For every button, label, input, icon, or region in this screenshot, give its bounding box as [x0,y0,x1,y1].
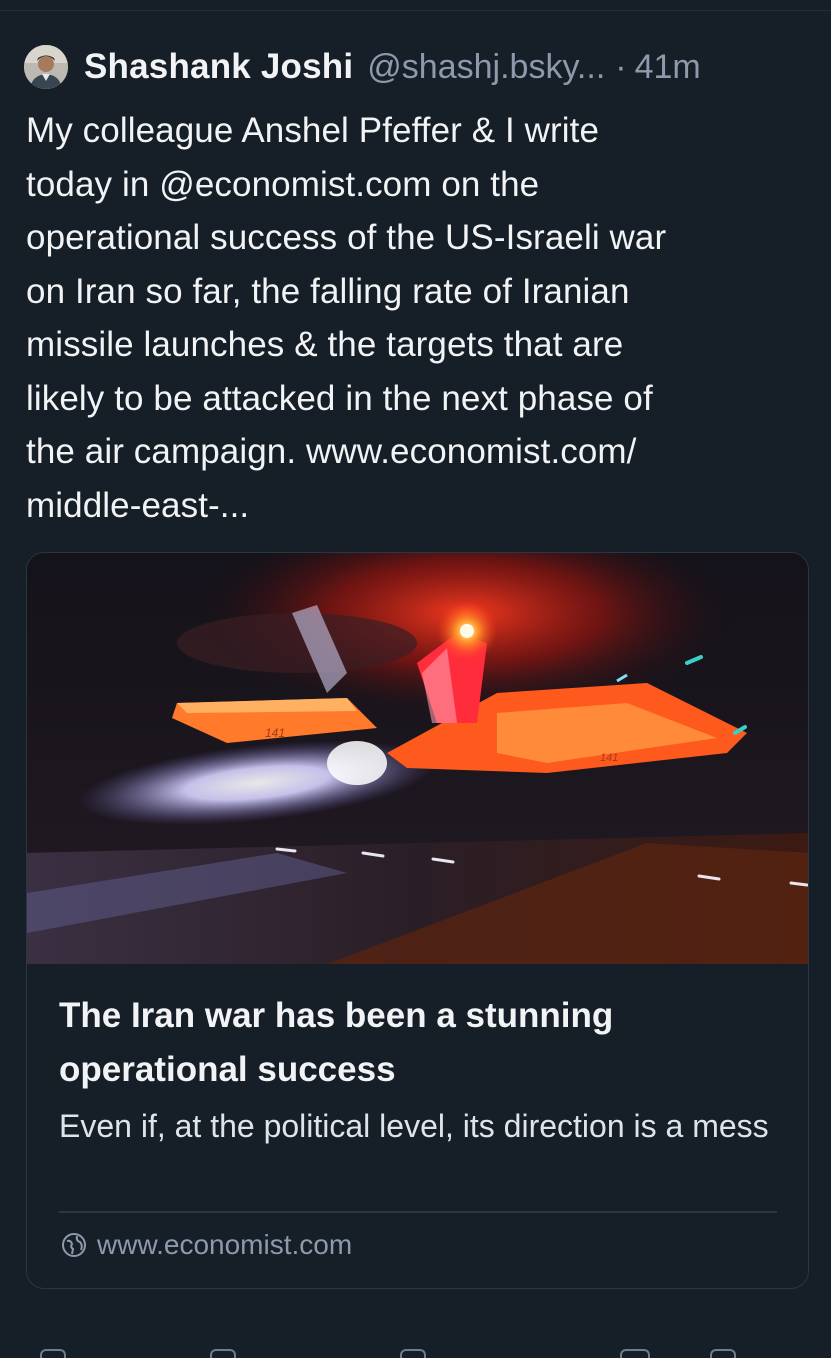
post-timestamp[interactable]: 41m [635,48,701,87]
author-name[interactable]: Shashank Joshi [84,47,353,87]
like-icon[interactable] [400,1349,426,1358]
bookmark-icon[interactable] [620,1349,650,1358]
post-header: Shashank Joshi @shashj.bsky... · 41m [24,44,701,90]
link-preview-card[interactable]: 141 141 The Iran war has been a stunning… [26,552,809,1289]
repost-icon[interactable] [210,1349,236,1358]
link-card-image: 141 141 [27,553,808,964]
post-action-bar [0,1345,831,1358]
link-card-domain: www.economist.com [97,1229,353,1260]
post-divider [0,10,831,11]
globe-icon [62,1233,86,1257]
post-container[interactable]: Shashank Joshi @shashj.bsky... · 41m My … [0,0,831,1358]
share-icon[interactable] [710,1349,736,1358]
avatar[interactable] [24,45,68,89]
jet-number-right: 141 [600,752,618,764]
reply-icon[interactable] [40,1349,66,1358]
link-card-title[interactable]: The Iran war has been a stunning operati… [59,989,779,1097]
link-card-domain-row[interactable]: www.economist.com [61,1229,352,1261]
header-separator: · [615,47,627,86]
link-card-divider [59,1211,777,1213]
jet-number-left: 141 [265,726,285,740]
link-card-description: Even if, at the political level, its dir… [59,1108,769,1144]
post-body-text: My colleague Anshel Pfeffer & I write to… [26,111,667,525]
author-handle[interactable]: @shashj.bsky... [367,48,605,87]
